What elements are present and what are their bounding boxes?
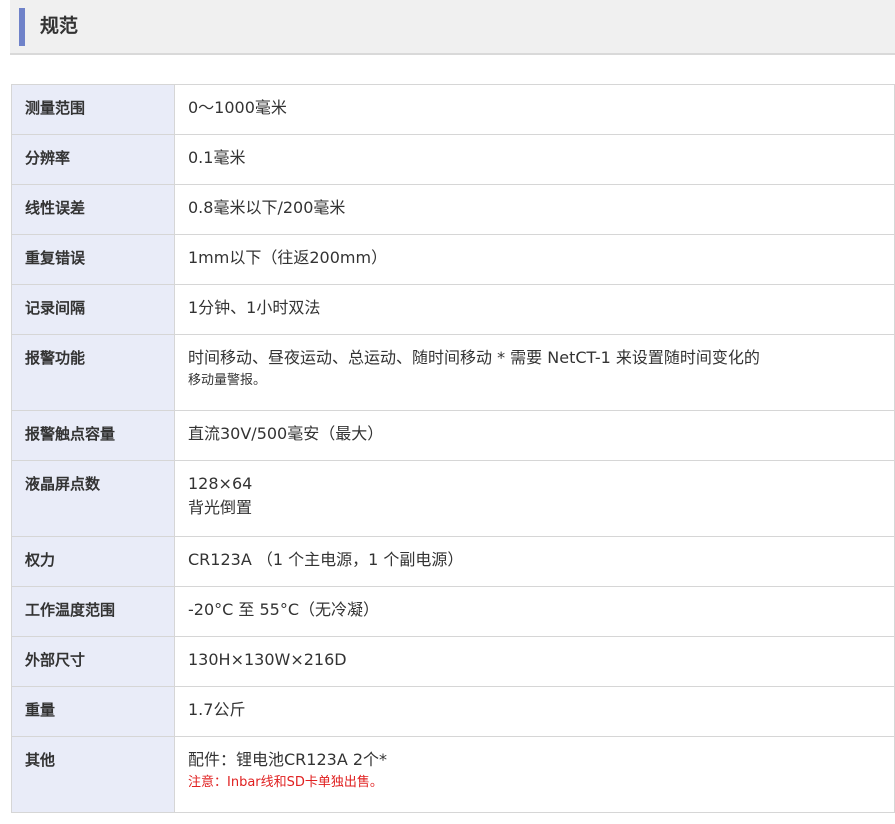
row-value: 配件：锂电池CR123A 2个* 注意：Inbar线和SD卡单独出售。 bbox=[174, 736, 895, 813]
row-value: 128×64 背光倒置 bbox=[174, 460, 895, 537]
row-value: 130H×130W×216D bbox=[174, 636, 895, 687]
value-text: 0.8毫米以下/200毫米 bbox=[188, 198, 346, 217]
table-row: 报警触点容量 直流30V/500毫安（最大） bbox=[11, 410, 895, 461]
row-label: 测量范围 bbox=[11, 84, 175, 135]
table-row: 重复错误 1mm以下（往返200mm） bbox=[11, 234, 895, 285]
row-value: 0～1000毫米 bbox=[174, 84, 895, 135]
row-value: CR123A （1 个主电源，1 个副电源） bbox=[174, 536, 895, 587]
row-value: 0.8毫米以下/200毫米 bbox=[174, 184, 895, 235]
table-row: 外部尺寸 130H×130W×216D bbox=[11, 636, 895, 687]
value-subtext: 移动量警报。 bbox=[188, 373, 267, 388]
value-text: 128×64 bbox=[188, 474, 253, 493]
note-text: 注意：Inbar线和SD卡单独出售。 bbox=[188, 775, 383, 790]
table-row: 测量范围 0～1000毫米 bbox=[11, 84, 895, 135]
row-value: -20°C 至 55°C（无冷凝） bbox=[174, 586, 895, 637]
row-label: 权力 bbox=[11, 536, 175, 587]
value-text: 直流30V/500毫安（最大） bbox=[188, 424, 384, 443]
value-text: 背光倒置 bbox=[188, 498, 253, 517]
table-row: 分辨率 0.1毫米 bbox=[11, 134, 895, 185]
row-label: 其他 bbox=[11, 736, 175, 813]
row-value: 0.1毫米 bbox=[174, 134, 895, 185]
row-label: 报警功能 bbox=[11, 334, 175, 411]
row-value: 1分钟、1小时双法 bbox=[174, 284, 895, 335]
table-row: 重量 1.7公斤 bbox=[11, 686, 895, 737]
value-text: 130H×130W×216D bbox=[188, 650, 347, 669]
table-row: 报警功能 时间移动、昼夜运动、总运动、随时间移动 * 需要 NetCT-1 来设… bbox=[11, 334, 895, 411]
value-text: 时间移动、昼夜运动、总运动、随时间移动 * 需要 NetCT-1 来设置随时间变… bbox=[188, 348, 760, 367]
value-text: 1mm以下（往返200mm） bbox=[188, 248, 388, 267]
table-row: 线性误差 0.8毫米以下/200毫米 bbox=[11, 184, 895, 235]
table-row: 工作温度范围 -20°C 至 55°C（无冷凝） bbox=[11, 586, 895, 637]
value-text: 配件：锂电池CR123A 2个* bbox=[188, 750, 388, 769]
value-text: 0.1毫米 bbox=[188, 148, 246, 167]
header-accent-bar bbox=[19, 8, 25, 46]
table-row: 其他 配件：锂电池CR123A 2个* 注意：Inbar线和SD卡单独出售。 bbox=[11, 736, 895, 813]
row-label: 液晶屏点数 bbox=[11, 460, 175, 537]
row-value: 1mm以下（往返200mm） bbox=[174, 234, 895, 285]
row-label: 分辨率 bbox=[11, 134, 175, 185]
row-label: 外部尺寸 bbox=[11, 636, 175, 687]
value-text: 1.7公斤 bbox=[188, 700, 246, 719]
row-label: 报警触点容量 bbox=[11, 410, 175, 461]
section-header: 规范 bbox=[10, 0, 895, 55]
row-label: 工作温度范围 bbox=[11, 586, 175, 637]
row-value: 1.7公斤 bbox=[174, 686, 895, 737]
row-label: 重复错误 bbox=[11, 234, 175, 285]
table-row: 记录间隔 1分钟、1小时双法 bbox=[11, 284, 895, 335]
table-row: 权力 CR123A （1 个主电源，1 个副电源） bbox=[11, 536, 895, 587]
value-text: CR123A （1 个主电源，1 个副电源） bbox=[188, 550, 464, 569]
row-label: 记录间隔 bbox=[11, 284, 175, 335]
spec-table: 测量范围 0～1000毫米 分辨率 0.1毫米 线性误差 0.8毫米以下/200… bbox=[11, 84, 895, 813]
value-text: 1分钟、1小时双法 bbox=[188, 298, 321, 317]
value-text: -20°C 至 55°C（无冷凝） bbox=[188, 600, 380, 619]
value-text: 0～1000毫米 bbox=[188, 98, 287, 117]
row-value: 时间移动、昼夜运动、总运动、随时间移动 * 需要 NetCT-1 来设置随时间变… bbox=[174, 334, 895, 411]
row-label: 重量 bbox=[11, 686, 175, 737]
row-value: 直流30V/500毫安（最大） bbox=[174, 410, 895, 461]
page-title: 规范 bbox=[40, 15, 79, 37]
row-label: 线性误差 bbox=[11, 184, 175, 235]
table-row: 液晶屏点数 128×64 背光倒置 bbox=[11, 460, 895, 537]
